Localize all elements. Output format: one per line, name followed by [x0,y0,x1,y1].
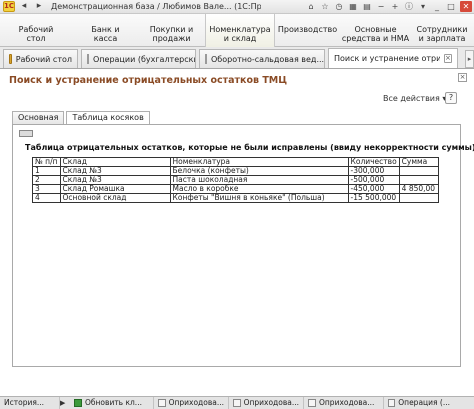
form-tabs: Основная Таблица косяков [12,111,152,124]
cell-nomenclature: Конфеты "Вишня в коньяке" (Польша) [169,193,349,203]
section-nomenclature-warehouse[interactable]: Номенклатура и склад [205,14,275,47]
section-desktop[interactable]: Рабочий стол [0,14,73,47]
cell-sum [398,193,439,203]
document-icon [233,399,241,407]
cell-quantity: -15 500,000 [347,193,400,203]
tab-main[interactable]: Основная [12,111,65,124]
section-bank-label-1: Банк и [91,25,120,34]
section-production[interactable]: Производство [275,14,341,47]
close-tab-icon[interactable]: × [443,54,452,63]
document-icon [205,54,207,64]
window-tab-label: Поиск и устранение отриц... [334,54,440,63]
forward-arrow-icon[interactable]: ▸ [33,1,45,12]
column-header-sum: Сумма [398,157,439,167]
section-fixed-assets-label-2: средства и НМА [341,34,410,43]
cell-number: 4 [32,193,61,203]
window-tab-desktop[interactable]: Рабочий стол [3,49,78,68]
section-bank-cash[interactable]: Банк и касса [73,14,139,47]
home-icon[interactable]: ⌂ [305,1,317,12]
window-tab-label: Операции (бухгалтерский... [93,54,195,64]
report-title: Таблица отрицательных остатков, которые … [25,143,474,152]
document-icon [388,399,396,407]
history-icon[interactable]: ◷ [333,1,345,12]
play-icon[interactable]: ▶ [60,399,70,407]
menu-arrow-icon[interactable]: ▾ [417,1,429,12]
taskbar-item-update[interactable]: Обновить кл... [70,397,154,409]
app-logo-icon: 1С [3,1,15,12]
update-icon [74,399,82,407]
cell-sum: 4 850,00 [398,184,439,194]
taskbar-item-label: Оприходова... [319,398,375,407]
section-desktop-label-1: Рабочий [18,25,54,34]
taskbar-item-label: Операция (... [398,398,450,407]
sections-panel: Рабочий стол Банк и касса Покупки и прод… [0,14,474,47]
document-icon [158,399,166,407]
section-purchases-label-1: Покупки и [149,25,194,34]
minimize-icon[interactable]: _ [431,1,443,12]
section-employees-payroll[interactable]: Сотрудники и зарплата [411,14,474,47]
tab-errors-table[interactable]: Таблица косяков [66,111,150,124]
taskbar-item-label: Оприходова... [243,398,299,407]
section-nomenclature-label-1: Номенклатура [209,25,271,34]
calculator-icon[interactable]: ▦ [347,1,359,12]
taskbar-item-receipt-2[interactable]: Оприходова... [229,397,304,409]
tabs-scroll-right-icon[interactable]: ▸ [465,50,474,68]
window-tab-label: Рабочий стол [15,54,72,64]
close-window-icon[interactable]: ✕ [460,1,472,12]
form-close-icon[interactable]: × [458,73,467,82]
table-row: 4 Основной склад Конфеты "Вишня в коньяк… [32,193,439,203]
history-taskbar: История... ▶ Обновить кл... Оприходова..… [0,396,474,409]
section-production-label-1: Производство [277,25,338,34]
section-desktop-label-2: стол [26,34,46,43]
back-arrow-icon[interactable]: ◂ [18,1,30,12]
plus-icon[interactable]: + [389,1,401,12]
maximize-icon[interactable]: □ [445,1,457,12]
window-tab-balance-sheet[interactable]: Оборотно-сальдовая вед... [199,49,325,68]
all-actions-button[interactable]: Все действия ▾ [383,94,446,103]
desktop-icon [9,54,12,64]
taskbar-item-label: Обновить кл... [85,398,142,407]
taskbar-item-receipt-3[interactable]: Оприходова... [304,397,384,409]
minus-icon[interactable]: − [375,1,387,12]
section-fixed-assets-label-1: Основные [354,25,397,34]
help-button[interactable]: ? [445,92,457,104]
window-tab-negative-balances[interactable]: Поиск и устранение отриц... × [328,48,458,68]
calendar-icon[interactable]: ▤ [361,1,373,12]
section-purchases-label-2: продажи [152,34,191,43]
open-windows-bar: Рабочий стол Операции (бухгалтерский... … [0,47,474,69]
taskbar-item-receipt-1[interactable]: Оприходова... [154,397,229,409]
section-fixed-assets[interactable]: Основные средства и НМА [341,14,411,47]
cell-warehouse: Основной склад [59,193,171,203]
document-icon [308,399,316,407]
selected-cell[interactable] [19,130,33,137]
favorites-star-icon[interactable]: ☆ [319,1,331,12]
window-tab-label: Оборотно-сальдовая вед... [211,54,325,64]
section-bank-label-2: касса [93,34,118,43]
section-employees-label-1: Сотрудники [416,25,468,34]
section-nomenclature-label-2: и склад [223,34,257,43]
spreadsheet-document[interactable]: Таблица отрицательных остатков, которые … [12,124,474,367]
report-table: № п/п Склад Номенклатура Количество Сумм… [32,157,439,203]
info-icon[interactable]: ⓘ [403,1,415,12]
section-employees-label-2: и зарплата [418,34,466,43]
taskbar-item-label: Оприходова... [168,398,224,407]
window-title: Демонстрационная база / Любимов Вале... … [51,2,261,11]
window-tab-operations[interactable]: Операции (бухгалтерский... [81,49,196,68]
title-bar: 1С ◂ ▸ Демонстрационная база / Любимов В… [0,0,474,14]
cell-sum [398,166,439,176]
history-button[interactable]: История... [0,397,60,409]
document-icon [87,54,89,64]
form-title: Поиск и устранение отрицательных остатко… [9,75,288,86]
taskbar-item-operation[interactable]: Операция (... [384,397,454,409]
section-purchases-sales[interactable]: Покупки и продажи [139,14,205,47]
